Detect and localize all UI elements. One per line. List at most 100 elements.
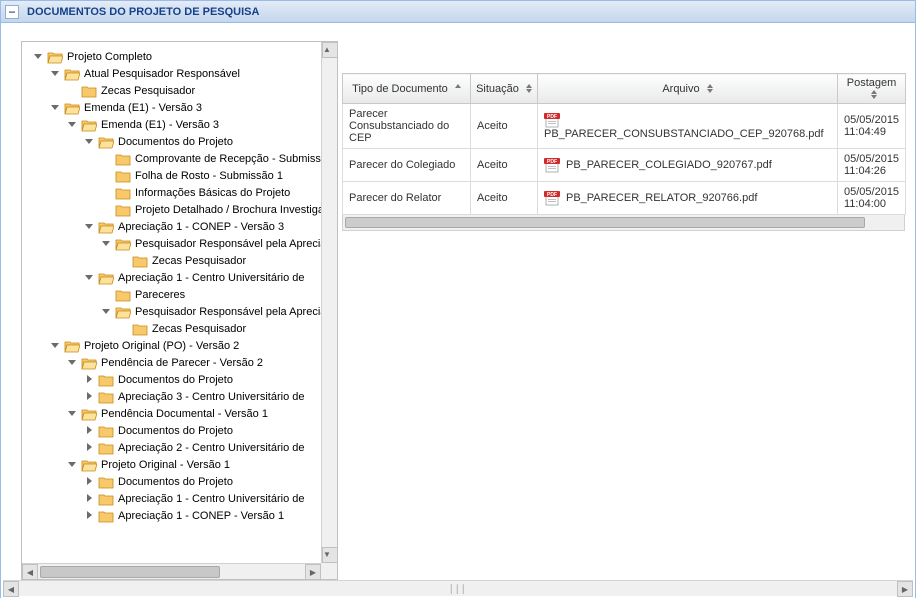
cell-arquivo[interactable]: PB_PARECER_CONSUBSTANCIADO_CEP_920768.pd…	[538, 104, 838, 149]
tree-collapse-toggle[interactable]	[85, 222, 94, 231]
cell-arquivo[interactable]: PB_PARECER_RELATOR_920766.pdf	[538, 182, 838, 215]
folder-icon	[98, 492, 114, 506]
folder-open-icon	[115, 237, 131, 251]
tree-node[interactable]: Apreciação 1 - CONEP - Versão 3	[21, 218, 338, 235]
folder-icon	[115, 203, 131, 217]
tree-node-label: Emenda (E1) - Versão 3	[101, 119, 219, 131]
folder-icon	[98, 424, 114, 438]
scrollbar-thumb[interactable]	[345, 217, 865, 228]
table-row[interactable]: Parecer Consubstanciado do CEPAceitoPB_P…	[343, 104, 906, 149]
tree-vertical-scrollbar[interactable]: ▲ ▼	[321, 42, 337, 563]
scrollbar-thumb[interactable]	[40, 566, 220, 578]
column-arquivo[interactable]: Arquivo	[538, 74, 838, 104]
folder-open-icon	[64, 339, 80, 353]
table-row[interactable]: Parecer do ColegiadoAceitoPB_PARECER_COL…	[343, 149, 906, 182]
tree-collapse-toggle[interactable]	[51, 341, 60, 350]
tree-expand-toggle[interactable]	[85, 477, 94, 486]
folder-open-icon	[64, 101, 80, 115]
tree-node-label: Atual Pesquisador Responsável	[84, 68, 240, 80]
tree-node[interactable]: Pendência de Parecer - Versão 2	[21, 354, 338, 371]
tree-collapse-toggle[interactable]	[68, 358, 77, 367]
table-horizontal-scrollbar[interactable]	[342, 215, 905, 231]
tree-collapse-toggle[interactable]	[68, 120, 77, 129]
panel-title: DOCUMENTOS DO PROJETO DE PESQUISA	[27, 6, 259, 18]
collapse-button[interactable]: −	[5, 5, 19, 19]
column-postagem[interactable]: Postagem	[838, 74, 906, 104]
sort-icon	[871, 90, 877, 99]
folder-icon	[98, 509, 114, 523]
tree-node[interactable]: Comprovante de Recepção - Submissão	[21, 150, 338, 167]
tree-expand-toggle[interactable]	[85, 494, 94, 503]
tree-node[interactable]: Pareceres	[21, 286, 338, 303]
tree-node[interactable]: Zecas Pesquisador	[21, 320, 338, 337]
tree-node[interactable]: Emenda (E1) - Versão 3	[21, 99, 338, 116]
folder-icon	[98, 390, 114, 404]
cell-situacao: Aceito	[471, 182, 538, 215]
tree-node[interactable]: Apreciação 1 - Centro Universitário de	[21, 269, 338, 286]
folder-icon	[98, 441, 114, 455]
tree-node-label: Pareceres	[135, 289, 185, 301]
cell-postagem: 05/05/201511:04:26	[838, 149, 906, 182]
tree-collapse-toggle[interactable]	[102, 307, 111, 316]
tree-expand-toggle[interactable]	[85, 511, 94, 520]
tree-node[interactable]: Apreciação 2 - Centro Universitário de	[21, 439, 338, 456]
tree-node[interactable]: Zecas Pesquisador	[21, 252, 338, 269]
sort-asc-icon	[455, 84, 461, 93]
main-horizontal-scrollbar[interactable]: ◀ │││ ▶	[3, 580, 913, 596]
tree-collapse-toggle[interactable]	[68, 460, 77, 469]
folder-icon	[132, 254, 148, 268]
column-label: Situação	[476, 83, 519, 95]
tree-node[interactable]: Pesquisador Responsável pela Apreciação	[21, 235, 338, 252]
tree-node[interactable]: Folha de Rosto - Submissão 1	[21, 167, 338, 184]
tree-node[interactable]: Zecas Pesquisador	[21, 82, 338, 99]
tree-expand-toggle[interactable]	[85, 426, 94, 435]
tree-node-label: Pesquisador Responsável pela Apreciação	[135, 238, 338, 250]
tree-node[interactable]: Pesquisador Responsável pela Apreciação	[21, 303, 338, 320]
tree-node[interactable]: Documentos do Projeto	[21, 133, 338, 150]
cell-tipo: Parecer do Colegiado	[343, 149, 471, 182]
tree-collapse-toggle[interactable]	[51, 103, 60, 112]
documents-table: Tipo de Documento Situação Arquivo	[342, 73, 906, 215]
folder-open-icon	[115, 305, 131, 319]
tree-node[interactable]: Apreciação 3 - Centro Universitário de	[21, 388, 338, 405]
tree-node[interactable]: Apreciação 1 - Centro Universitário de	[21, 490, 338, 507]
pdf-icon	[544, 190, 560, 206]
tree-node[interactable]: Projeto Original - Versão 1	[21, 456, 338, 473]
tree-node[interactable]: Projeto Completo	[21, 48, 338, 65]
tree-node-label: Documentos do Projeto	[118, 425, 233, 437]
tree-collapse-toggle[interactable]	[85, 137, 94, 146]
tree-node[interactable]: Documentos do Projeto	[21, 422, 338, 439]
tree-node[interactable]: Informações Básicas do Projeto	[21, 184, 338, 201]
sort-icon	[707, 84, 713, 93]
tree-expand-toggle[interactable]	[85, 375, 94, 384]
tree-node-label: Comprovante de Recepção - Submissão	[135, 153, 333, 165]
tree-collapse-toggle[interactable]	[85, 273, 94, 282]
tree-toggle-spacer	[119, 324, 128, 333]
tree-node[interactable]: Atual Pesquisador Responsável	[21, 65, 338, 82]
tree-node[interactable]: Emenda (E1) - Versão 3	[21, 116, 338, 133]
tree-node-label: Zecas Pesquisador	[101, 85, 195, 97]
tree-node[interactable]: Projeto Original (PO) - Versão 2	[21, 337, 338, 354]
tree-collapse-toggle[interactable]	[34, 52, 43, 61]
tree-expand-toggle[interactable]	[85, 392, 94, 401]
tree-horizontal-scrollbar[interactable]: ◀ ▶	[22, 563, 321, 579]
tree-collapse-toggle[interactable]	[102, 239, 111, 248]
tree-toggle-spacer	[119, 256, 128, 265]
sort-icon	[526, 84, 532, 93]
table-row[interactable]: Parecer do RelatorAceitoPB_PARECER_RELAT…	[343, 182, 906, 215]
folder-icon	[81, 84, 97, 98]
cell-tipo: Parecer do Relator	[343, 182, 471, 215]
column-situacao[interactable]: Situação	[471, 74, 538, 104]
tree-node[interactable]: Pendência Documental - Versão 1	[21, 405, 338, 422]
tree-node[interactable]: Projeto Detalhado / Brochura Investigado…	[21, 201, 338, 218]
cell-arquivo[interactable]: PB_PARECER_COLEGIADO_920767.pdf	[538, 149, 838, 182]
tree-collapse-toggle[interactable]	[51, 69, 60, 78]
tree-node[interactable]: Documentos do Projeto	[21, 371, 338, 388]
cell-situacao: Aceito	[471, 149, 538, 182]
column-tipo[interactable]: Tipo de Documento	[343, 74, 471, 104]
tree-node[interactable]: Apreciação 1 - CONEP - Versão 1	[21, 507, 338, 524]
tree-expand-toggle[interactable]	[85, 443, 94, 452]
tree-node[interactable]: Documentos do Projeto	[21, 473, 338, 490]
tree-view[interactable]: Projeto Completo Atual Pesquisador Respon…	[21, 41, 338, 580]
tree-collapse-toggle[interactable]	[68, 409, 77, 418]
